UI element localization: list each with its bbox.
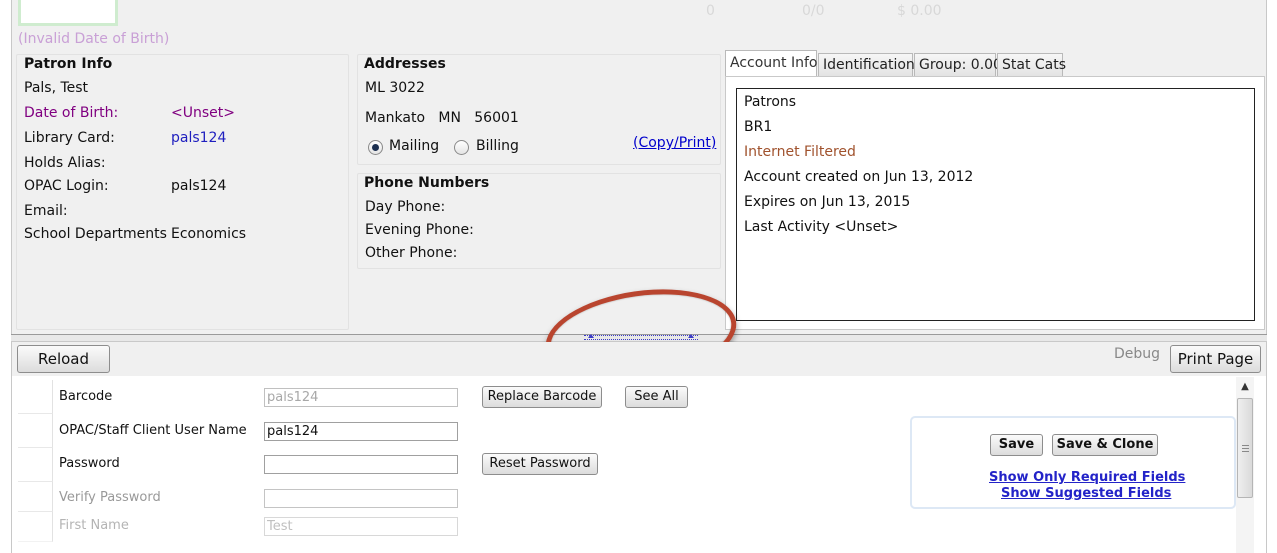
show-required-fields-link[interactable]: Show Only Required Fields (989, 470, 1185, 485)
dob-value: <Unset> (171, 105, 235, 121)
collapse-up-icon (588, 334, 594, 338)
school-departments-label: School Departments (24, 226, 167, 242)
school-departments-value: Economics (171, 226, 247, 242)
see-all-button[interactable]: See All (625, 386, 688, 408)
scroll-up-arrow-icon[interactable]: ▲ (1236, 378, 1254, 396)
barcode-label: Barcode (59, 389, 113, 404)
thumb-grip-icon (1242, 445, 1249, 452)
row-marker (18, 414, 53, 448)
billing-radio[interactable] (454, 140, 469, 155)
tab-identification[interactable]: Identification (818, 53, 915, 76)
items-out-count: 0 (706, 3, 715, 19)
patron-photo (18, 0, 118, 26)
account-created: Account created on Jun 13, 2012 (744, 169, 974, 185)
copy-print-link[interactable]: (Copy/Print) (633, 135, 716, 151)
splitter-grippy[interactable] (584, 334, 698, 340)
save-button[interactable]: Save (990, 434, 1043, 456)
mailing-radio[interactable] (368, 140, 383, 155)
row-marker (18, 380, 53, 414)
opac-login-label: OPAC Login: (24, 178, 109, 194)
replace-barcode-button[interactable]: Replace Barcode (482, 386, 602, 408)
evening-phone-label: Evening Phone: (365, 222, 474, 238)
billing-label: Billing (476, 138, 519, 154)
reload-button[interactable]: Reload (17, 345, 110, 373)
phone-numbers-title: Phone Numbers (364, 175, 490, 191)
show-suggested-fields-link[interactable]: Show Suggested Fields (1001, 486, 1171, 501)
scrollbar-thumb[interactable] (1237, 398, 1253, 498)
tab-stat-cats[interactable]: Stat Cats (997, 53, 1066, 76)
account-info-box: Patrons BR1 Internet Filtered Account cr… (736, 88, 1255, 321)
reset-password-button[interactable]: Reset Password (482, 453, 598, 475)
invalid-dob-warning: (Invalid Date of Birth) (18, 31, 170, 47)
debug-label[interactable]: Debug (1114, 346, 1160, 362)
tab-account-info[interactable]: Account Info (725, 50, 817, 77)
password-input[interactable] (264, 455, 458, 474)
mailing-label: Mailing (389, 138, 440, 154)
save-panel: Save Save & Clone Show Only Required Fie… (910, 416, 1236, 509)
patron-info-box: Patron Info Pals, Test Date of Birth: <U… (16, 54, 349, 330)
barcode-input[interactable] (264, 388, 458, 407)
other-phone-label: Other Phone: (365, 245, 458, 261)
save-and-clone-button[interactable]: Save & Clone (1052, 434, 1158, 456)
addresses-title: Addresses (364, 56, 446, 72)
account-expires: Expires on Jun 13, 2015 (744, 194, 911, 210)
balance-owed: $ 0.00 (897, 3, 942, 19)
username-label: OPAC/Staff Client User Name (59, 423, 247, 438)
addresses-box: Addresses ML 3022 Mankato MN 56001 Maili… (357, 54, 721, 165)
profile-value: Patrons (744, 94, 797, 110)
username-input[interactable] (264, 422, 458, 441)
password-label: Password (59, 456, 120, 471)
patron-info-title: Patron Info (24, 56, 113, 72)
row-marker (18, 448, 53, 482)
day-phone-label: Day Phone: (365, 199, 446, 215)
collapse-up-icon-right (688, 334, 694, 338)
tab-group[interactable]: Group: 0.00 (914, 53, 1002, 76)
email-label: Email: (24, 203, 68, 219)
address-line-1: ML 3022 (365, 80, 425, 96)
overdue-count: 0/0 (802, 3, 825, 19)
opac-login-value: pals124 (171, 178, 227, 194)
print-page-button[interactable]: Print Page (1170, 345, 1261, 373)
last-activity: Last Activity <Unset> (744, 219, 899, 235)
net-access-value: Internet Filtered (744, 144, 856, 160)
dob-label: Date of Birth: (24, 105, 119, 121)
library-card-value: pals124 (171, 130, 227, 146)
patron-name: Pals, Test (24, 80, 89, 96)
verify-password-input[interactable] (264, 489, 458, 508)
verify-password-label: Verify Password (59, 490, 161, 505)
first-name-input[interactable] (264, 517, 458, 536)
first-name-label: First Name (59, 518, 129, 533)
home-library-value: BR1 (744, 119, 773, 135)
holds-alias-label: Holds Alias: (24, 155, 106, 171)
address-line-2: Mankato MN 56001 (365, 110, 519, 126)
row-marker (18, 512, 53, 542)
phone-numbers-box: Phone Numbers Day Phone: Evening Phone: … (357, 173, 721, 269)
library-card-label: Library Card: (24, 130, 115, 146)
row-marker (18, 482, 53, 512)
bottom-toolbar (11, 342, 1267, 376)
